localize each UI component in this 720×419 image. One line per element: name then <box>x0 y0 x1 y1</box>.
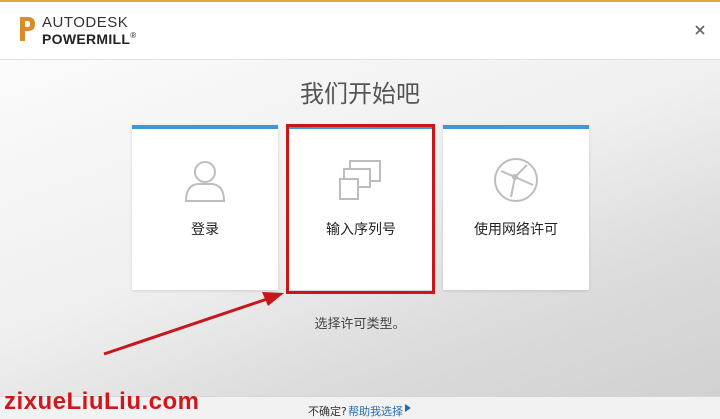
card-label: 使用网络许可 <box>474 222 558 238</box>
hint-text: 选择许可类型。 <box>314 317 406 332</box>
brand-autodesk: AUTODESK <box>42 14 129 31</box>
brand-powermill: POWERMILL® <box>42 31 136 47</box>
card-label: 登录 <box>191 222 219 238</box>
registered-mark: ® <box>130 31 137 40</box>
globe-network-icon <box>494 158 538 202</box>
close-button[interactable] <box>692 22 708 38</box>
devices-icon <box>339 160 381 200</box>
card-enter-serial[interactable]: 输入序列号 <box>288 125 434 290</box>
close-icon <box>695 25 705 35</box>
user-icon <box>184 161 226 202</box>
header: AUTODESK POWERMILL® <box>0 2 720 60</box>
help-me-choose-link[interactable]: 帮助我选择 <box>348 403 403 419</box>
caret-right-icon <box>405 404 411 412</box>
powermill-logo-icon <box>20 17 35 41</box>
card-network-license[interactable]: 使用网络许可 <box>443 125 589 290</box>
brand-powermill-text: POWERMILL <box>42 31 131 47</box>
page-title: 我们开始吧 <box>300 80 420 108</box>
card-label: 输入序列号 <box>326 222 396 238</box>
card-sign-in[interactable]: 登录 <box>132 125 278 290</box>
footer-question: 不确定? <box>308 405 347 418</box>
watermark: zixueLiuLiu.com <box>4 388 200 415</box>
license-window: AUTODESK POWERMILL® 我们开始吧 登录 输入序列号 使用网络许… <box>0 0 720 419</box>
